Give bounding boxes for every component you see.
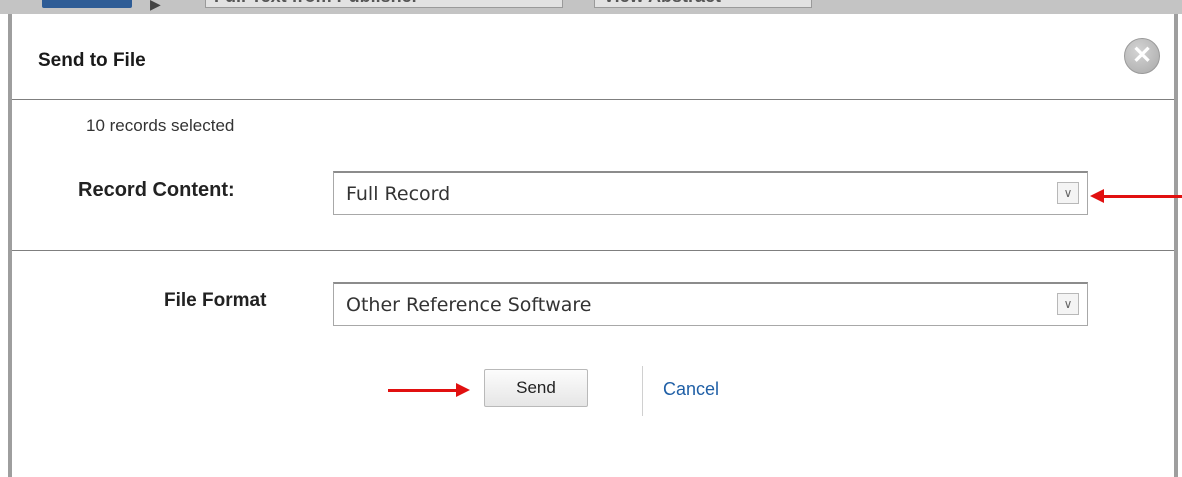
chevron-down-icon: ∨ xyxy=(1057,293,1079,315)
chevron-down-icon: ∨ xyxy=(1057,182,1079,204)
annotation-arrow-left-icon xyxy=(1090,189,1182,203)
record-content-label: Record Content: xyxy=(78,179,235,201)
section-divider xyxy=(12,250,1174,251)
send-to-file-dialog: Send to File ✕ 10 records selected Recor… xyxy=(8,14,1178,477)
dialog-header: Send to File ✕ xyxy=(12,14,1174,100)
background-blue-button xyxy=(42,0,132,8)
file-format-select[interactable]: Other Reference Software ∨ xyxy=(333,282,1088,326)
file-format-value: Other Reference Software xyxy=(346,294,592,316)
background-abstract-tab: View Abstract xyxy=(594,0,812,8)
close-icon[interactable]: ✕ xyxy=(1124,38,1160,74)
dialog-title: Send to File xyxy=(38,50,146,71)
file-format-label: File Format xyxy=(164,290,267,311)
cancel-link[interactable]: Cancel xyxy=(663,379,719,400)
records-selected-text: 10 records selected xyxy=(86,116,235,135)
background-page-strip: ▶ Full Text from Publisher View Abstract xyxy=(0,0,1182,14)
send-button[interactable]: Send xyxy=(484,369,588,407)
record-content-select[interactable]: Full Record ∨ xyxy=(333,171,1088,215)
annotation-arrow-right-icon xyxy=(388,383,470,397)
record-content-value: Full Record xyxy=(346,183,451,205)
background-fulltext-tab: Full Text from Publisher xyxy=(205,0,563,8)
button-separator xyxy=(642,366,643,416)
background-caret-icon: ▶ xyxy=(150,0,161,12)
